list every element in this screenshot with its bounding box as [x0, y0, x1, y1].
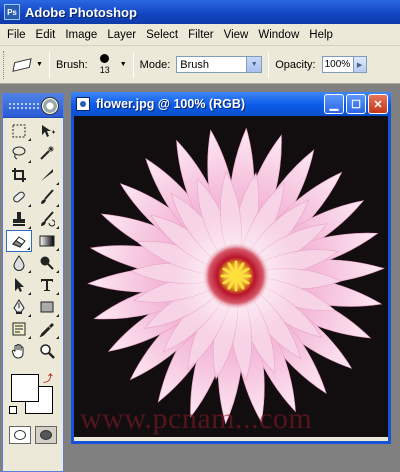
menu-window[interactable]: Window: [253, 25, 304, 45]
maximize-button[interactable]: ☐: [346, 94, 366, 114]
divider: [132, 51, 134, 78]
photoshop-logo-icon: Ps: [4, 4, 20, 20]
options-bar: ▼ Brush: 13 ▼ Mode: Brush ▼ Opacity: 100…: [0, 46, 400, 84]
menu-image[interactable]: Image: [60, 25, 102, 45]
app-title: Adobe Photoshop: [25, 4, 137, 20]
toolbox: ⤴: [2, 93, 64, 472]
menubar: File Edit Image Layer Select Filter View…: [0, 24, 400, 46]
brush-icon[interactable]: [34, 186, 60, 208]
quick-mask-icon: [40, 430, 52, 440]
standard-mode-icon: [14, 430, 26, 440]
foreground-color-swatch[interactable]: [11, 374, 39, 402]
path-selection-icon[interactable]: [6, 274, 32, 296]
swap-colors-icon[interactable]: ⤴: [43, 370, 53, 385]
gradient-icon[interactable]: [34, 230, 60, 252]
menu-layer[interactable]: Layer: [102, 25, 141, 45]
magic-wand-icon[interactable]: [34, 142, 60, 164]
close-icon: ✕: [373, 98, 383, 111]
history-brush-icon[interactable]: [34, 208, 60, 230]
default-colors-icon[interactable]: [9, 406, 17, 414]
tool-preset-picker[interactable]: ▼: [12, 57, 43, 72]
brush-label: Brush:: [55, 58, 88, 71]
chevron-down-icon: ▼: [246, 57, 262, 72]
healing-brush-icon[interactable]: [6, 186, 32, 208]
brush-picker[interactable]: 13: [94, 54, 116, 75]
brush-dropdown-icon[interactable]: ▼: [120, 61, 127, 68]
menu-help[interactable]: Help: [304, 25, 338, 45]
move-icon[interactable]: [34, 120, 60, 142]
opacity-input[interactable]: 100%: [321, 56, 354, 73]
clone-stamp-icon[interactable]: [6, 208, 32, 230]
options-grip[interactable]: [3, 50, 6, 79]
mode-label: Mode:: [139, 58, 171, 71]
minimize-button[interactable]: ▁: [324, 94, 344, 114]
menu-file[interactable]: File: [2, 25, 31, 45]
document-icon[interactable]: [76, 97, 90, 111]
mask-mode-row: [9, 426, 63, 444]
divider: [268, 51, 270, 78]
opacity-label: Opacity:: [275, 58, 316, 71]
hand-icon[interactable]: [6, 340, 32, 362]
opacity-slider-button[interactable]: ▶: [353, 56, 367, 73]
brush-size: 13: [99, 65, 110, 75]
flower-image: [87, 127, 385, 425]
toolbox-grip: [9, 103, 39, 109]
notes-icon[interactable]: [6, 318, 32, 340]
tool-grid: [3, 118, 63, 364]
zoom-icon[interactable]: [34, 340, 60, 362]
menu-view[interactable]: View: [219, 25, 254, 45]
adobe-online-icon[interactable]: [41, 97, 59, 115]
dodge-icon[interactable]: [34, 252, 60, 274]
menu-edit[interactable]: Edit: [31, 25, 61, 45]
minimize-icon: ▁: [329, 98, 339, 111]
document-canvas[interactable]: www.pcnam...com: [74, 116, 388, 437]
brush-tip-icon: [100, 54, 110, 63]
blur-icon[interactable]: [6, 252, 32, 274]
shape-icon[interactable]: [34, 296, 60, 318]
app-titlebar: Ps Adobe Photoshop: [0, 0, 400, 24]
window-controls: ▁ ☐ ✕: [324, 94, 388, 114]
quick-mask-button[interactable]: [35, 426, 57, 444]
standard-mode-button[interactable]: [9, 426, 31, 444]
maximize-icon: ☐: [351, 98, 361, 111]
type-icon[interactable]: [34, 274, 60, 296]
divider: [48, 51, 50, 78]
close-button[interactable]: ✕: [368, 94, 388, 114]
menu-select[interactable]: Select: [141, 25, 183, 45]
slice-icon[interactable]: [34, 164, 60, 186]
watermark-text: www.pcnam...com: [80, 402, 313, 435]
menu-filter[interactable]: Filter: [183, 25, 219, 45]
marquee-icon[interactable]: [6, 120, 32, 142]
crop-icon[interactable]: [6, 164, 32, 186]
lasso-icon[interactable]: [6, 142, 32, 164]
document-titlebar[interactable]: flower.jpg @ 100% (RGB) ▁ ☐ ✕: [71, 92, 391, 116]
document-window: flower.jpg @ 100% (RGB) ▁ ☐ ✕ www.pcnam.…: [71, 92, 391, 444]
color-swatches: ⤴: [5, 370, 61, 420]
mode-select[interactable]: Brush ▼: [176, 56, 263, 73]
document-title: flower.jpg @ 100% (RGB): [96, 97, 246, 111]
eraser-icon: [12, 57, 32, 72]
mode-value: Brush: [180, 58, 209, 71]
eraser-icon[interactable]: [6, 230, 32, 252]
eyedropper-icon[interactable]: [34, 318, 60, 340]
toolbox-header[interactable]: [3, 94, 63, 118]
pen-icon[interactable]: [6, 296, 32, 318]
chevron-down-icon: ▼: [36, 61, 43, 68]
